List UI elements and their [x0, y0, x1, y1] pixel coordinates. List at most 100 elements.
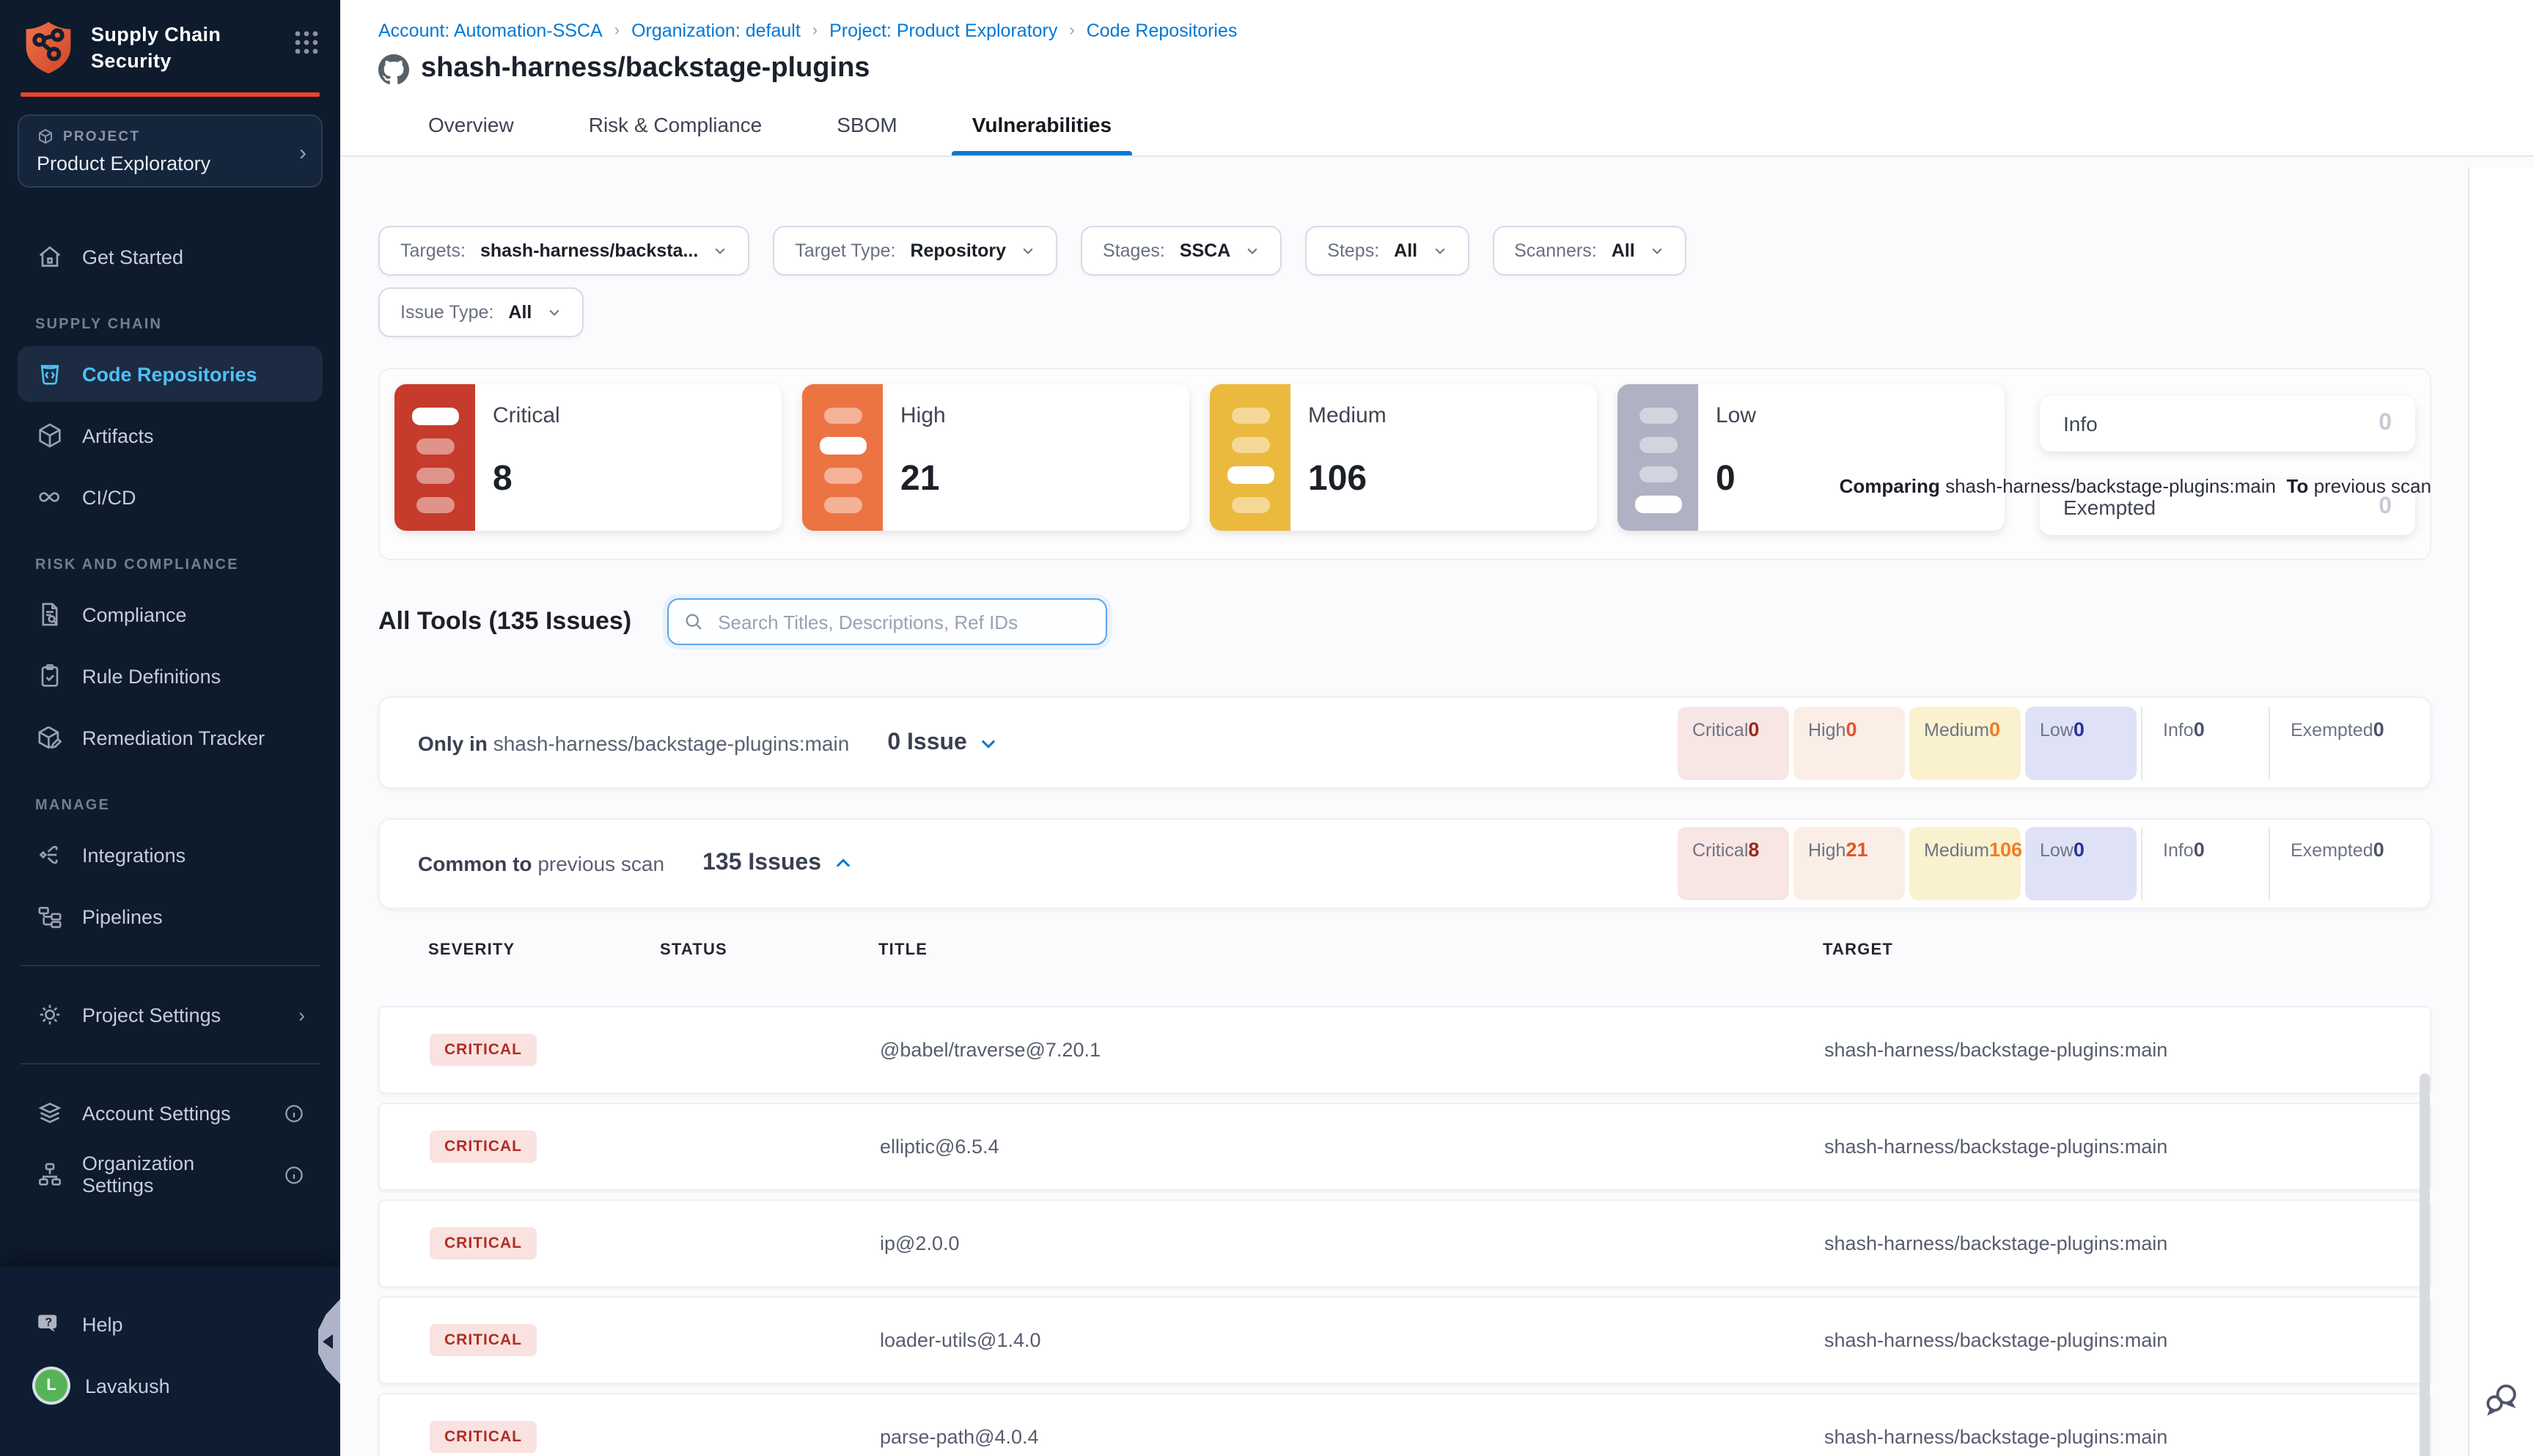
- table-row[interactable]: CRITICAL ip@2.0.0 shash-harness/backstag…: [378, 1199, 2431, 1287]
- common-count-toggle[interactable]: 135 Issues: [702, 850, 853, 877]
- sidebar-item-label: Account Settings: [82, 1102, 231, 1124]
- app-logo-row: Supply Chain Security: [18, 0, 323, 79]
- sidebar-item-label: Compliance: [82, 603, 187, 625]
- severity-card-value: 0: [1716, 459, 1756, 500]
- tab-overview[interactable]: Overview: [408, 100, 535, 155]
- sidebar-item-project-settings[interactable]: Project Settings ›: [18, 987, 323, 1043]
- sidebar-item-integrations[interactable]: Integrations: [18, 827, 323, 883]
- table-header: SEVERITY STATUS TITLE TARGET: [378, 941, 2431, 962]
- severity-badge: CRITICAL: [430, 1130, 537, 1163]
- severity-card-critical[interactable]: Critical 8: [394, 384, 782, 531]
- issue-title: loader-utils@1.4.0: [880, 1329, 1041, 1351]
- filter-issue-type[interactable]: Issue Type:All: [378, 287, 583, 337]
- filter-steps[interactable]: Steps:All: [1305, 226, 1469, 276]
- app-title: Supply Chain Security: [91, 18, 279, 73]
- filters-row-1: Targets:shash-harness/backsta... Target …: [378, 226, 2431, 276]
- project-selector[interactable]: PROJECT Product Exploratory ›: [18, 114, 323, 188]
- sidebar-item-account-settings[interactable]: Account Settings: [18, 1085, 323, 1141]
- chip-low: Low0: [2025, 827, 2137, 900]
- brand-accent-rule: [21, 92, 320, 97]
- content: Targets:shash-harness/backsta... Target …: [340, 226, 2469, 1456]
- issue-title: elliptic@6.5.4: [880, 1136, 999, 1158]
- github-icon: [378, 54, 409, 84]
- sidebar-footer: ? Help L Lavakush: [0, 1267, 340, 1456]
- filter-targets[interactable]: Targets:shash-harness/backsta...: [378, 226, 749, 276]
- tab-risk-compliance[interactable]: Risk & Compliance: [568, 100, 783, 155]
- filter-stages[interactable]: Stages:SSCA: [1081, 226, 1282, 276]
- gear-icon: [35, 1000, 65, 1029]
- issue-title: @babel/traverse@7.20.1: [880, 1039, 1101, 1061]
- comparing-status: Comparing shash-harness/backstage-plugin…: [1840, 475, 2431, 497]
- sidebar-item-organization-settings[interactable]: Organization Settings: [18, 1147, 323, 1202]
- severity-card-info[interactable]: Info 0: [2040, 396, 2415, 452]
- breadcrumb-code-repositories[interactable]: Code Repositories: [1087, 21, 1238, 41]
- sidebar-item-label: Rule Definitions: [82, 665, 221, 687]
- summary-side-column: Info 0 Exempted 0: [2040, 396, 2415, 547]
- tab-sbom[interactable]: SBOM: [816, 100, 917, 155]
- table-row[interactable]: CRITICAL elliptic@6.5.4 shash-harness/ba…: [378, 1103, 2431, 1191]
- user-menu[interactable]: L Lavakush: [18, 1358, 323, 1413]
- chevron-right-icon: ›: [812, 22, 818, 40]
- chevron-right-icon: ›: [298, 1004, 305, 1026]
- info-icon[interactable]: [283, 1163, 305, 1185]
- avatar: L: [35, 1369, 67, 1402]
- chip-medium: Medium0: [1909, 706, 2021, 779]
- sidebar-item-label: Organization Settings: [82, 1152, 265, 1196]
- infinity-icon: [35, 482, 65, 512]
- issue-target: shash-harness/backstage-plugins:main: [1824, 1426, 2167, 1448]
- breadcrumb-project[interactable]: Project: Product Exploratory: [829, 21, 1057, 41]
- severity-card-label: Critical: [493, 403, 560, 428]
- chevron-down-icon: [1650, 243, 1664, 258]
- chip-medium: Medium106: [1909, 827, 2021, 900]
- sidebar-item-compliance[interactable]: Compliance: [18, 587, 323, 642]
- sidebar-item-get-started[interactable]: Get Started: [18, 229, 323, 284]
- chevron-right-icon: ›: [614, 22, 620, 40]
- severity-level-bar: [394, 384, 475, 531]
- info-icon[interactable]: [283, 1102, 305, 1124]
- sidebar-item-label: Pipelines: [82, 905, 163, 927]
- sidebar-item-help[interactable]: ? Help: [18, 1296, 323, 1352]
- chip-info: Info0: [2141, 827, 2264, 900]
- severity-card-low[interactable]: Low 0: [1617, 384, 2005, 531]
- sidebar-item-label: Help: [82, 1313, 123, 1335]
- filter-target-type[interactable]: Target Type:Repository: [773, 226, 1057, 276]
- sidebar-item-code-repositories[interactable]: Code Repositories: [18, 346, 323, 402]
- only-in-count-toggle[interactable]: 0 Issue: [887, 729, 999, 756]
- issue-target: shash-harness/backstage-plugins:main: [1824, 1329, 2167, 1351]
- common-text: Common to previous scan: [418, 852, 664, 875]
- project-name: Product Exploratory: [37, 152, 304, 174]
- severity-card-label: Exempted: [2063, 496, 2156, 519]
- severity-card-medium[interactable]: Medium 106: [1210, 384, 1597, 531]
- sidebar-item-rule-definitions[interactable]: Rule Definitions: [18, 648, 323, 704]
- sidebar-item-label: Project Settings: [82, 1004, 221, 1026]
- sidebar-item-artifacts[interactable]: Artifacts: [18, 408, 323, 463]
- filter-scanners[interactable]: Scanners:All: [1492, 226, 1686, 276]
- table-row[interactable]: CRITICAL loader-utils@1.4.0 shash-harnes…: [378, 1296, 2431, 1384]
- sidebar-item-pipelines[interactable]: Pipelines: [18, 889, 323, 944]
- sidebar-item-remediation-tracker[interactable]: Remediation Tracker: [18, 710, 323, 765]
- module-grid-icon[interactable]: [293, 18, 320, 56]
- column-header-status: STATUS: [660, 941, 727, 959]
- chat-feedback-icon[interactable]: [2483, 1380, 2521, 1418]
- integrations-icon: [35, 840, 65, 869]
- table-row[interactable]: CRITICAL @babel/traverse@7.20.1 shash-ha…: [378, 1006, 2431, 1094]
- chevron-down-icon: [1432, 243, 1447, 258]
- severity-badge: CRITICAL: [430, 1421, 537, 1453]
- breadcrumb-account[interactable]: Account: Automation-SSCA: [378, 21, 603, 41]
- column-header-severity: SEVERITY: [428, 941, 515, 959]
- chevron-down-icon: [546, 305, 561, 320]
- severity-card-label: Medium: [1308, 403, 1387, 428]
- severity-card-high[interactable]: High 21: [802, 384, 1189, 531]
- chevron-down-icon: [713, 243, 727, 258]
- common-group: Common to previous scan 135 Issues Criti…: [378, 818, 2431, 909]
- table-row[interactable]: CRITICAL parse-path@4.0.4 shash-harness/…: [378, 1393, 2431, 1456]
- sidebar-item-cicd[interactable]: CI/CD: [18, 469, 323, 525]
- sidebar-item-label: Artifacts: [82, 424, 154, 446]
- search-input[interactable]: [715, 609, 1090, 634]
- breadcrumb-organization[interactable]: Organization: default: [631, 21, 801, 41]
- issue-title: ip@2.0.0: [880, 1232, 960, 1254]
- title-row: shash-harness/backstage-plugins: [378, 53, 2431, 85]
- column-header-target: TARGET: [1823, 941, 1893, 959]
- tab-vulnerabilities[interactable]: Vulnerabilities: [952, 100, 1132, 155]
- table-scrollbar-thumb[interactable]: [2420, 1073, 2430, 1456]
